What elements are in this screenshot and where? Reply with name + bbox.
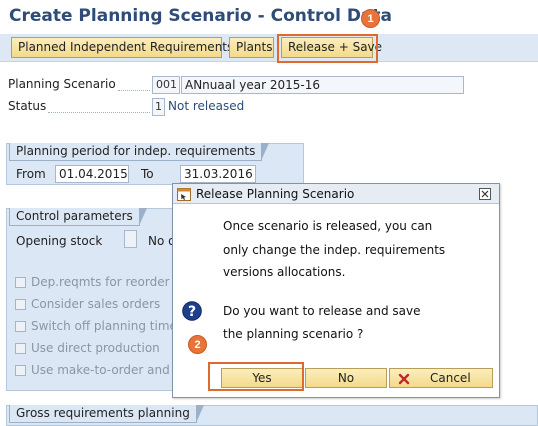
dialog-info-line-3: versions allocations.: [223, 265, 346, 279]
to-label: To: [141, 167, 154, 181]
dialog-window-icon: [177, 187, 191, 207]
planning-scenario-label: Planning Scenario: [8, 77, 116, 91]
page-title: Create Planning Scenario - Control Data: [9, 6, 392, 26]
use-direct-production-checkbox[interactable]: [15, 343, 26, 354]
dotted-leader: [48, 112, 150, 113]
consider-sales-orders-checkbox[interactable]: [15, 299, 26, 310]
callout-badge-2: 2: [188, 335, 207, 354]
planning-period-group: Planning period for indep. requirements …: [6, 143, 304, 185]
cancel-label: Cancel: [430, 371, 471, 385]
plants-button[interactable]: Plants: [229, 37, 274, 58]
planning-scenario-code-field[interactable]: 001: [152, 76, 180, 94]
callout-badge-1: 1: [361, 9, 380, 28]
consider-sales-orders-label: Consider sales orders: [31, 297, 161, 311]
svg-text:?: ?: [188, 304, 196, 320]
cancel-x-icon: [398, 372, 410, 390]
use-make-to-order-checkbox[interactable]: [15, 365, 26, 376]
status-label: Status: [8, 99, 47, 113]
dialog-titlebar: Release Planning Scenario: [173, 184, 499, 204]
no-button[interactable]: No: [305, 368, 387, 388]
use-make-to-order-label: Use make-to-order and pro: [31, 363, 194, 377]
application-toolbar: Planned Independent Requirements Plants …: [0, 34, 538, 62]
status-text: Not released: [168, 99, 245, 113]
planned-independent-requirements-button[interactable]: Planned Independent Requirements: [11, 37, 233, 58]
yes-highlight: [208, 362, 304, 391]
to-date-field[interactable]: 31.03.2016: [180, 165, 256, 183]
from-date-field[interactable]: 01.04.2015: [55, 165, 129, 183]
dialog-question-line-2: the planning scenario ?: [223, 327, 364, 341]
gross-requirements-title: Gross requirements planning: [9, 405, 204, 423]
from-label: From: [16, 167, 46, 181]
control-parameters-title: Control parameters: [9, 208, 147, 226]
dialog-title: Release Planning Scenario: [196, 187, 355, 201]
gross-requirements-group: Gross requirements planning: [6, 405, 538, 426]
cancel-button[interactable]: Cancel: [389, 368, 493, 388]
use-direct-production-label: Use direct production: [31, 341, 160, 355]
dialog-question-line-1: Do you want to release and save: [223, 304, 421, 318]
planning-scenario-description-field[interactable]: ANnuaal year 2015-16: [181, 76, 464, 94]
dotted-leader: [118, 90, 150, 91]
switch-off-planning-checkbox[interactable]: [15, 321, 26, 332]
question-icon: ?: [182, 301, 202, 324]
status-code-field: 1: [152, 98, 165, 116]
planning-period-title: Planning period for indep. requirements: [9, 143, 270, 161]
dialog-info-line-2: only change the indep. requirements: [223, 243, 446, 257]
dialog-info-line-1: Once scenario is released, you can: [223, 219, 433, 233]
switch-off-planning-label: Switch off planning time fe: [31, 319, 193, 333]
close-icon[interactable]: [479, 188, 491, 200]
opening-stock-label: Opening stock: [16, 234, 103, 248]
dep-reqmts-checkbox[interactable]: [15, 277, 26, 288]
dep-reqmts-label: Dep.reqmts for reorder po: [31, 275, 189, 289]
release-save-highlight: [277, 34, 378, 63]
opening-stock-field[interactable]: [124, 230, 137, 248]
